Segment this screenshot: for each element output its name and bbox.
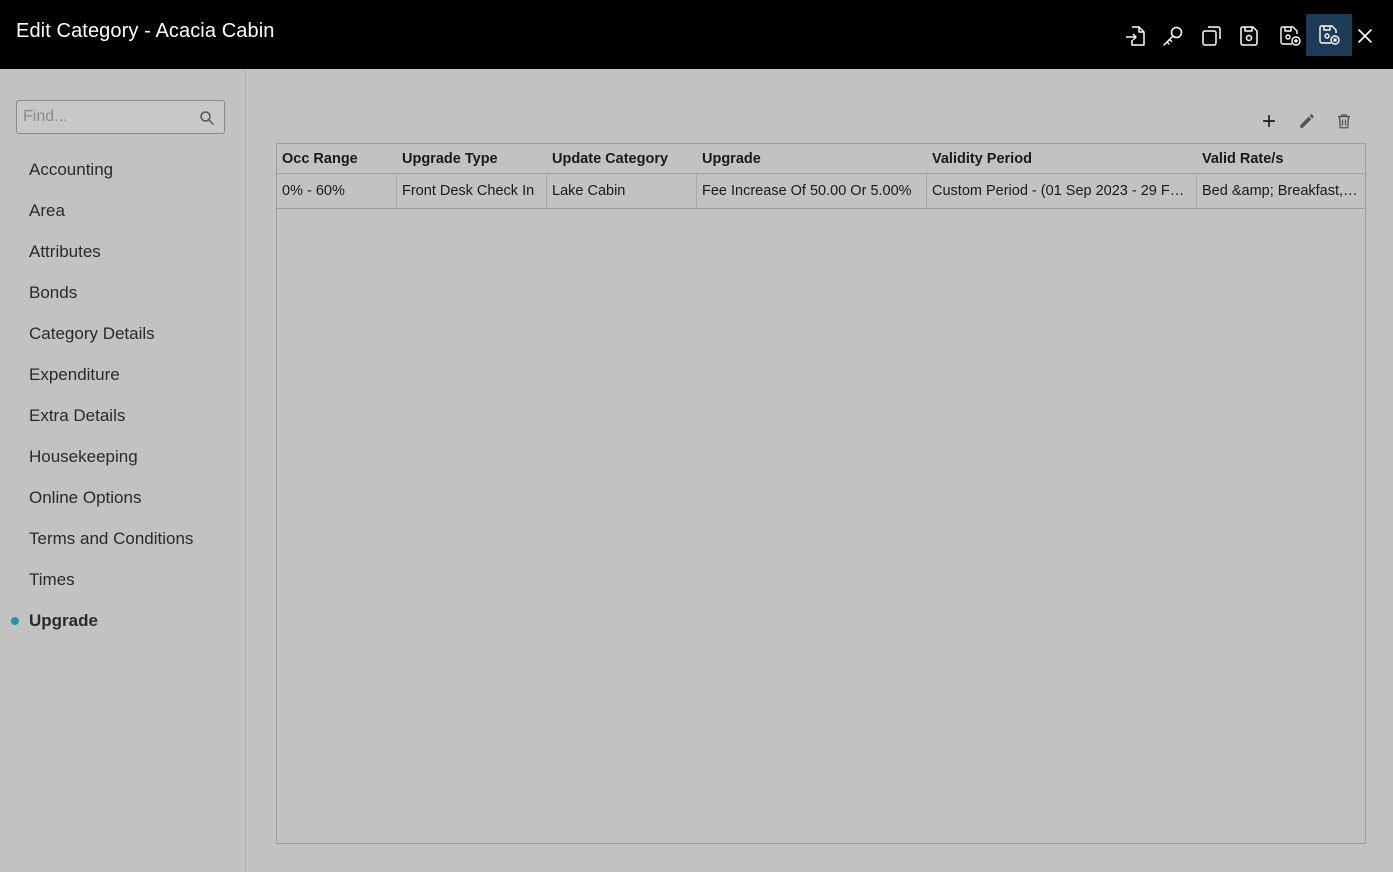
table-header: Occ Range Upgrade Type Update Category U… [277,144,1365,174]
cell-text: Bed &amp; Breakfast, ... [1202,183,1359,199]
delete-icon[interactable] [1332,109,1356,133]
column-header-label: Validity Period [932,150,1032,167]
import-icon[interactable] [1114,15,1156,57]
sidebar-item-terms-and-conditions[interactable]: Terms and Conditions [0,518,246,559]
sidebar-item-upgrade[interactable]: Upgrade [0,600,246,641]
table-row[interactable]: 0% - 60% Front Desk Check In Lake Cabin … [277,174,1365,209]
column-header-occ-range[interactable]: Occ Range [277,144,397,173]
sidebar-item-category-details[interactable]: Category Details [0,313,246,354]
column-header-validity-period[interactable]: Validity Period [927,144,1197,173]
column-header-update-category[interactable]: Update Category [547,144,697,173]
sidebar-item-label: Housekeeping [29,446,138,466]
table-cell: Custom Period - (01 Sep 2023 - 29 Feb... [927,174,1197,208]
sidebar-item-online-options[interactable]: Online Options [0,477,246,518]
search-icon[interactable] [198,109,216,127]
sidebar-item-extra-details[interactable]: Extra Details [0,395,246,436]
sidebar-item-label: Upgrade [29,610,98,630]
sidebar-item-label: Times [29,569,75,589]
search-input[interactable] [17,101,197,133]
sidebar-item-accounting[interactable]: Accounting [0,149,246,190]
sidebar-item-times[interactable]: Times [0,559,246,600]
table-cell: Bed &amp; Breakfast, ... [1197,174,1365,208]
sidebar-item-attributes[interactable]: Attributes [0,231,246,272]
sidebar-item-bonds[interactable]: Bonds [0,272,246,313]
key-icon[interactable] [1152,15,1194,57]
cell-text: 0% - 60% [282,183,345,199]
sidebar-item-label: Terms and Conditions [29,528,194,548]
cell-text: Fee Increase Of 50.00 Or 5.00% [702,183,912,199]
main-panel: Occ Range Upgrade Type Update Category U… [247,69,1393,872]
column-header-label: Update Category [552,150,669,167]
table-cell: Lake Cabin [547,174,697,208]
sidebar: Accounting Area Attributes Bonds Categor… [0,69,246,872]
sidebar-item-area[interactable]: Area [0,190,246,231]
save-and-add-icon[interactable] [1269,15,1311,57]
sidebar-item-label: Online Options [29,487,142,507]
sidebar-item-label: Area [29,200,65,220]
sidebar-item-label: Expenditure [29,364,120,384]
sidebar-item-expenditure[interactable]: Expenditure [0,354,246,395]
cell-text: Lake Cabin [552,183,626,199]
column-header-valid-rates[interactable]: Valid Rate/s [1197,144,1365,173]
sidebar-item-label: Attributes [29,241,101,261]
column-header-label: Upgrade Type [402,150,498,167]
table-cell: Front Desk Check In [397,174,547,208]
sidebar-item-label: Extra Details [29,405,126,425]
close-icon[interactable] [1350,15,1380,57]
add-icon[interactable] [1257,109,1281,133]
table-cell: 0% - 60% [277,174,397,208]
cell-text: Custom Period - (01 Sep 2023 - 29 Feb... [932,183,1190,199]
table-cell: Fee Increase Of 50.00 Or 5.00% [697,174,927,208]
upgrade-table: Occ Range Upgrade Type Update Category U… [276,143,1366,844]
column-header-label: Upgrade [702,150,761,167]
column-header-label: Valid Rate/s [1202,150,1284,167]
copy-icon[interactable] [1190,15,1232,57]
save-icon[interactable] [1228,15,1270,57]
save-and-close-icon[interactable] [1306,14,1352,56]
sidebar-item-label: Category Details [29,323,155,343]
sidebar-item-label: Bonds [29,282,78,302]
sidebar-item-housekeeping[interactable]: Housekeeping [0,436,246,477]
sidebar-nav: Accounting Area Attributes Bonds Categor… [0,149,246,641]
column-header-upgrade-type[interactable]: Upgrade Type [397,144,547,173]
search-box [16,100,225,134]
active-indicator [11,617,19,625]
cell-text: Front Desk Check In [402,183,535,199]
column-header-label: Occ Range [282,150,358,167]
edit-icon[interactable] [1295,109,1319,133]
title-bar: Edit Category - Acacia Cabin [0,0,1393,69]
window-title: Edit Category - Acacia Cabin [16,20,275,42]
sidebar-item-label: Accounting [29,159,114,179]
column-header-upgrade[interactable]: Upgrade [697,144,927,173]
